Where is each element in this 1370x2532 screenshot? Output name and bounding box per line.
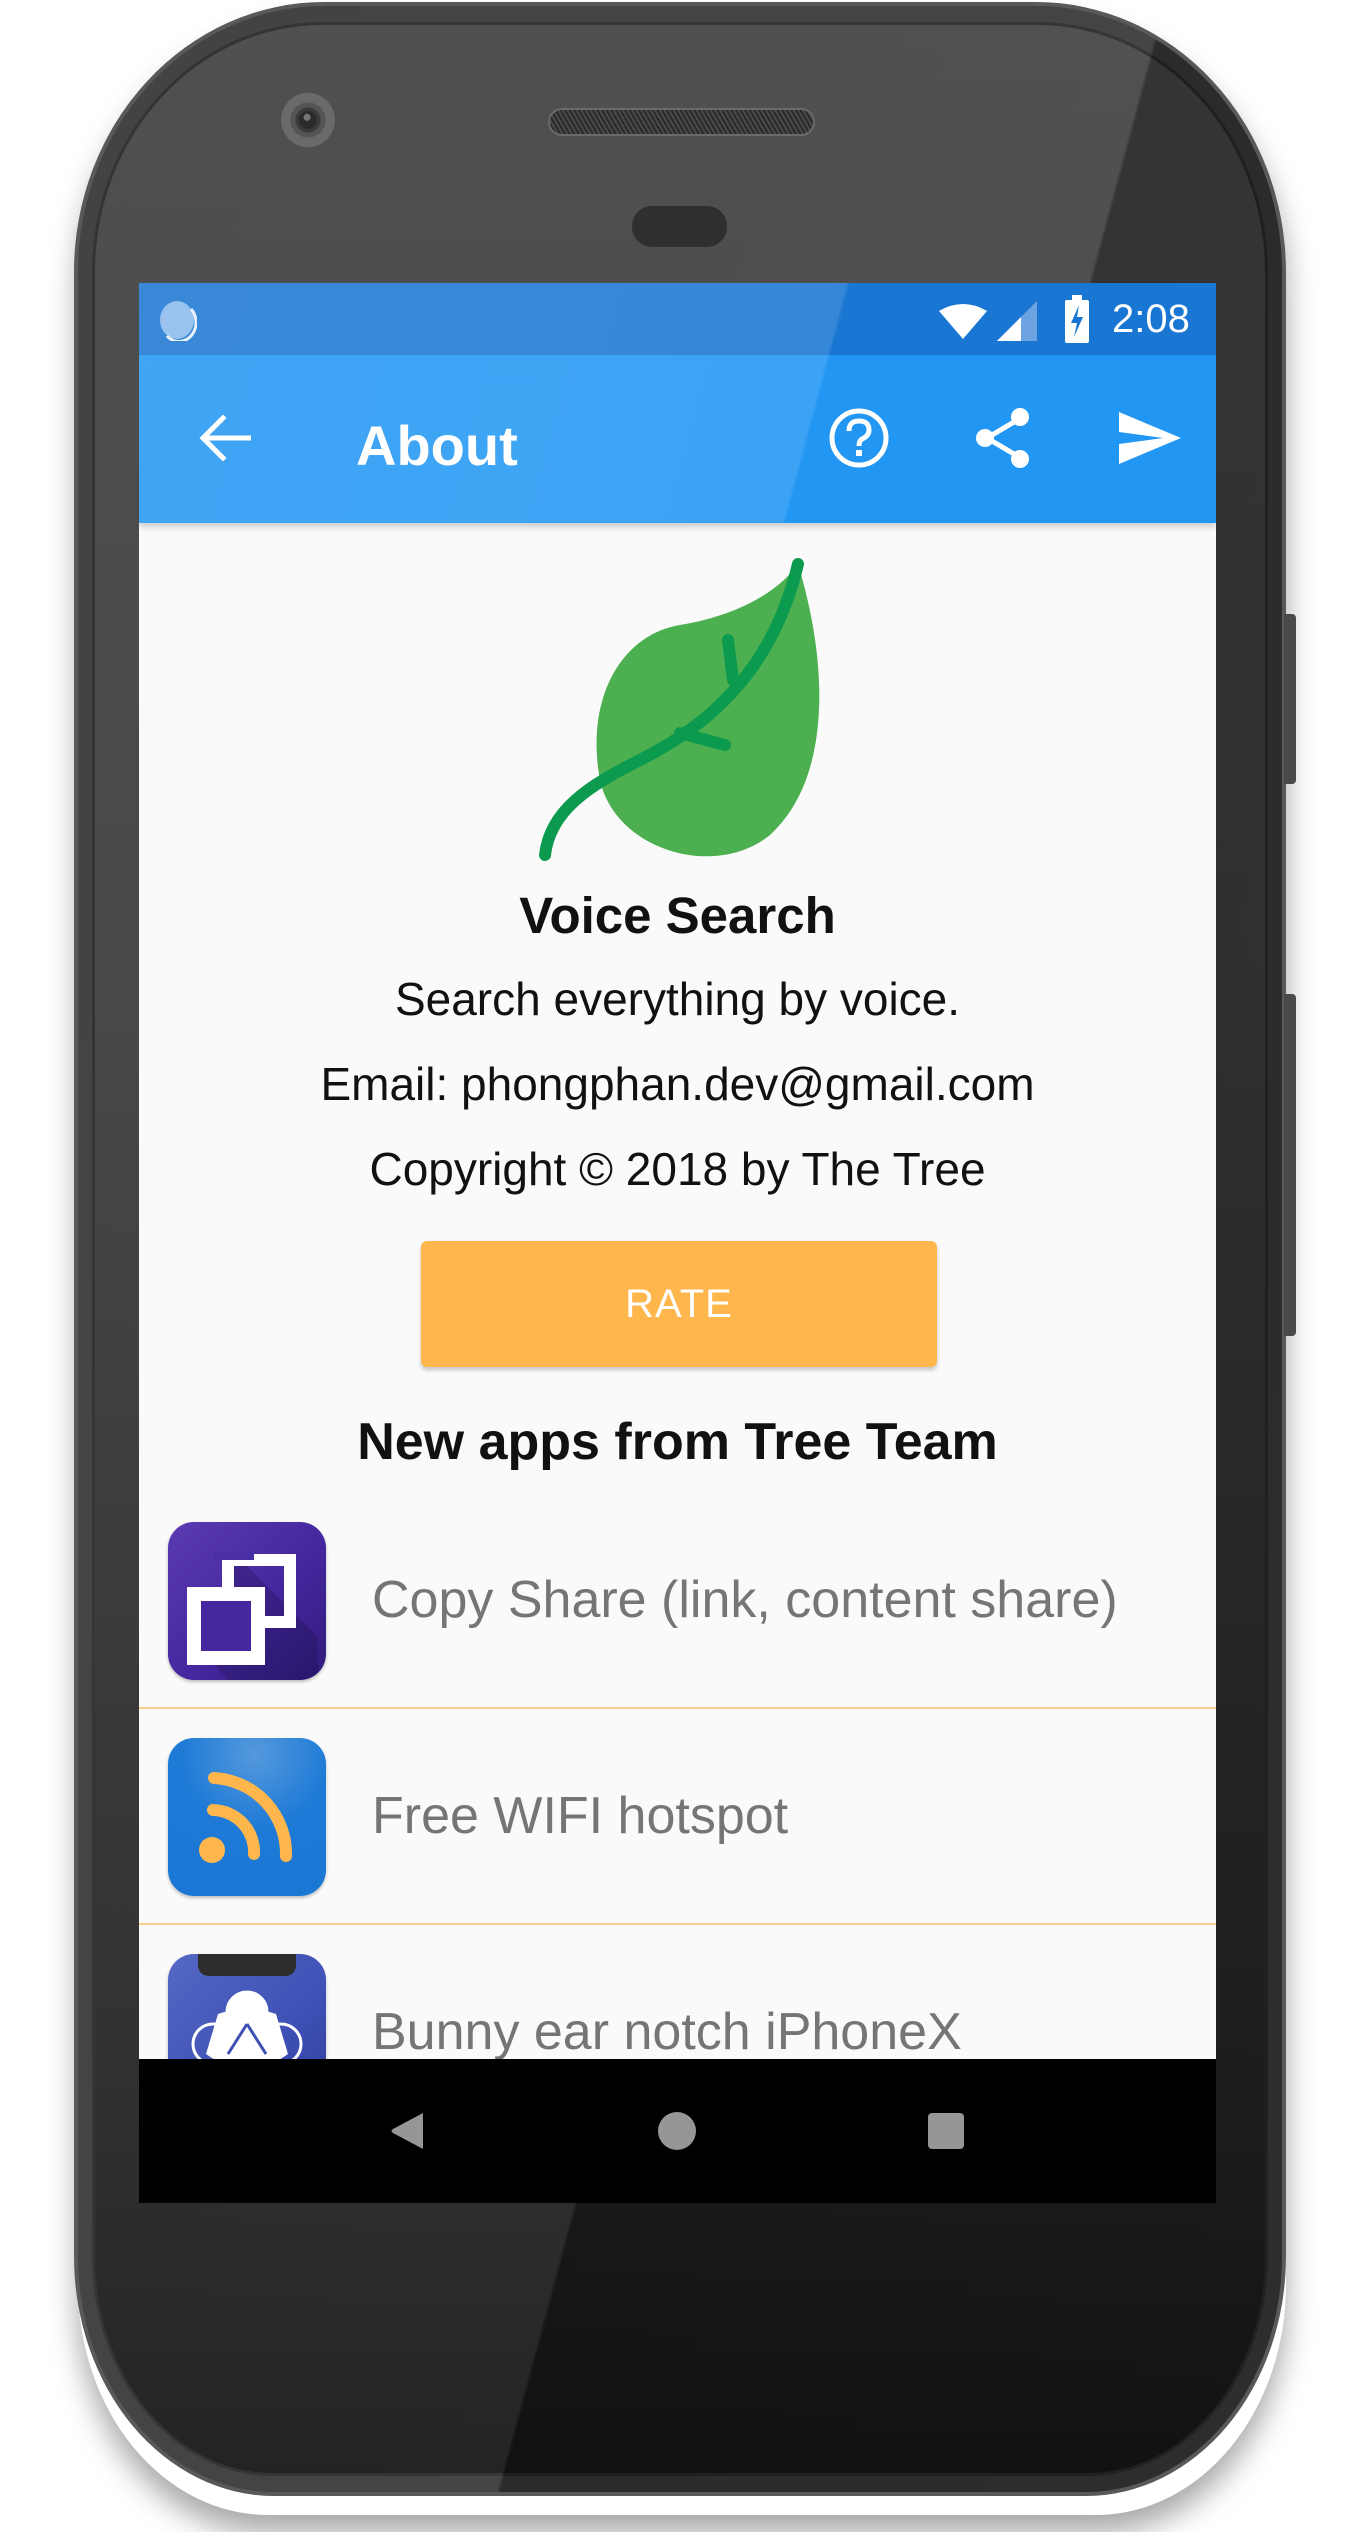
nav-recents-button[interactable] (910, 2095, 982, 2167)
screen: 2:08 About Voice Search Search everythin… (139, 283, 1216, 2203)
list-item[interactable]: Free WIFI hotspot (139, 1709, 1216, 1925)
app-name: Voice Search (519, 887, 836, 944)
sync-loading-icon (160, 301, 197, 341)
rate-button[interactable]: RATE (421, 1241, 937, 1367)
contact-email[interactable]: Email: phongphan.dev@gmail.com (139, 1056, 1216, 1112)
nav-recents-icon (928, 2113, 964, 2149)
battery-charging-icon (1065, 295, 1089, 343)
nav-home-button[interactable] (641, 2095, 713, 2167)
list-item[interactable]: Copy Share (link, content share) (139, 1493, 1216, 1709)
camera-lens (299, 111, 317, 129)
help-button[interactable] (823, 402, 895, 474)
nav-home-icon (658, 2112, 696, 2150)
nav-back-icon (391, 2113, 423, 2149)
share-button[interactable] (967, 402, 1039, 474)
earpiece-speaker (548, 108, 815, 136)
nav-back-button[interactable] (371, 2095, 443, 2167)
app-name-label: Copy Share (link, content share) (372, 1571, 1118, 1629)
copy-share-app-icon (168, 1522, 326, 1680)
more-apps-title: New apps from Tree Team (357, 1413, 998, 1471)
page-title: About (356, 414, 518, 477)
power-button[interactable] (1284, 614, 1296, 784)
copyright-text: Copyright © 2018 by The Tree (369, 1143, 986, 1195)
volume-button[interactable] (1284, 994, 1296, 1336)
wifi-hotspot-app-icon (168, 1738, 326, 1896)
help-circle-icon (829, 408, 889, 468)
status-time: 2:08 (1112, 297, 1190, 341)
app-bar (139, 355, 1216, 523)
cell-signal-icon (997, 301, 1037, 341)
share-icon (976, 408, 1029, 468)
system-nav-bar (139, 2059, 1216, 2203)
status-bar: 2:08 (139, 283, 1216, 355)
app-tagline: Search everything by voice. (394, 973, 961, 1025)
send-icon (1119, 412, 1181, 464)
leaf-icon (539, 558, 820, 861)
app-name-label: Free WIFI hotspot (372, 1787, 789, 1845)
app-name-label: Bunny ear notch iPhoneX (372, 2003, 962, 2061)
send-button[interactable] (1114, 402, 1186, 474)
proximity-sensor (632, 206, 727, 247)
wifi-icon (939, 304, 987, 339)
back-button[interactable] (189, 402, 261, 474)
arrow-left-icon (199, 415, 251, 461)
